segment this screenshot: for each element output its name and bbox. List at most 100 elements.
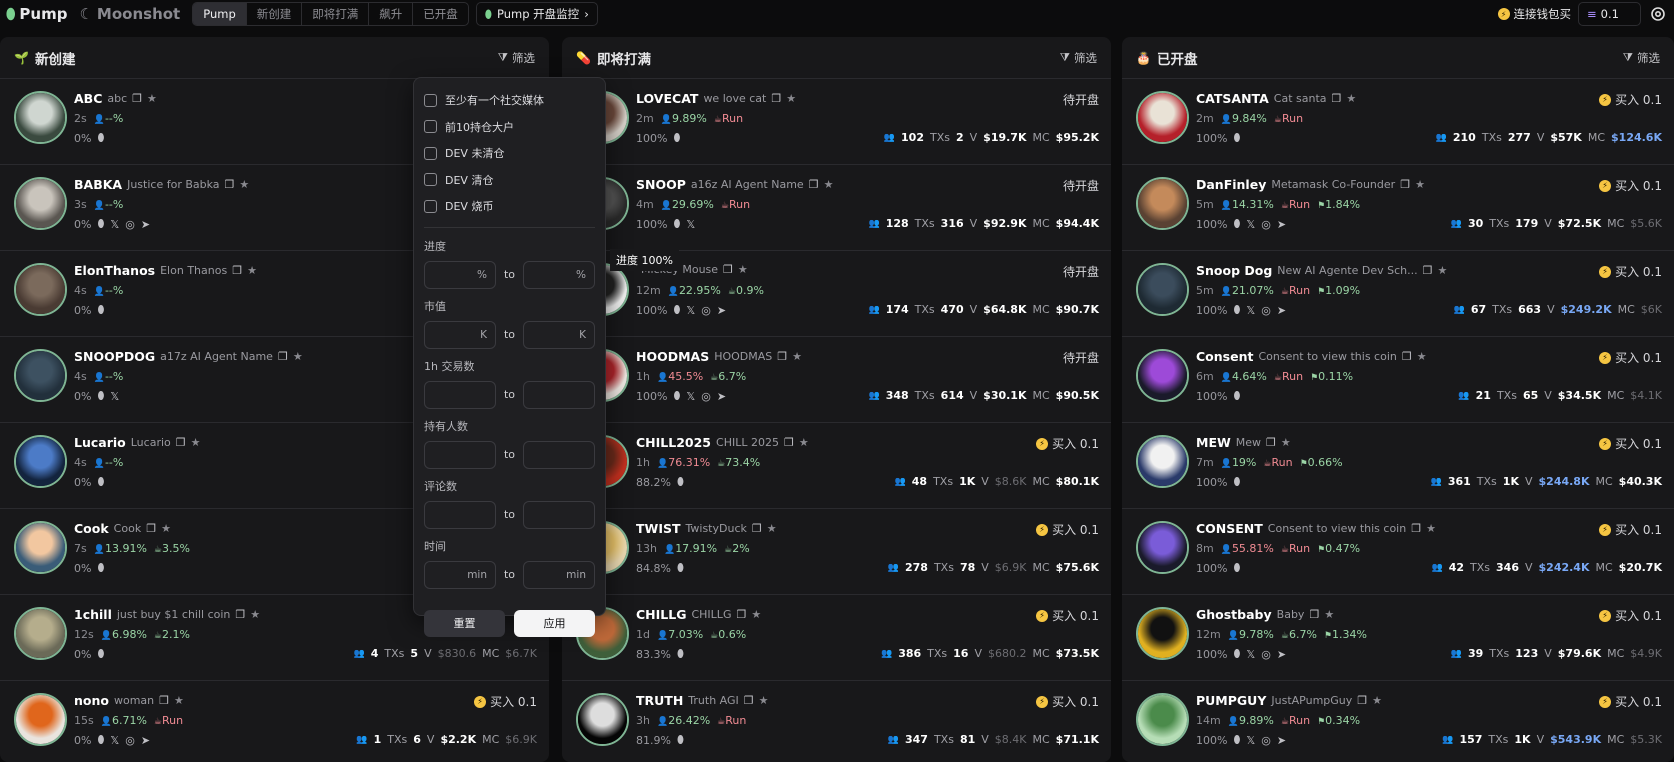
token-row[interactable]: TRUTH Truth AGI ❐ ★ 3h 👤26.42% ☕Run 81.9% ⬮ ⚡ 买入 0… <box>562 681 1111 762</box>
star-icon[interactable]: ★ <box>759 694 769 707</box>
buy-button[interactable]: ⚡ 买入 0.1 <box>1036 435 1099 452</box>
star-icon[interactable]: ★ <box>1324 608 1334 621</box>
star-icon[interactable]: ★ <box>1372 694 1382 707</box>
copy-icon[interactable]: ❐ <box>1411 522 1421 535</box>
tab-rising[interactable]: 飙升 <box>369 3 414 25</box>
x-icon[interactable]: 𝕏 <box>1246 304 1255 317</box>
token-row[interactable]: PUMPGUY JustAPumpGuy ❐ ★ 14m 👤9.89% ☕Run ⚑0.34%… <box>1122 681 1674 762</box>
copy-icon[interactable]: ❐ <box>1357 694 1367 707</box>
copy-icon[interactable]: ❐ <box>146 522 156 535</box>
copy-icon[interactable]: ❐ <box>1332 92 1342 105</box>
star-icon[interactable]: ★ <box>824 178 834 191</box>
star-icon[interactable]: ★ <box>1438 264 1448 277</box>
globe-icon[interactable]: ◎ <box>1261 218 1271 231</box>
copy-icon[interactable]: ❐ <box>132 92 142 105</box>
range-max-input[interactable] <box>522 500 595 529</box>
token-row[interactable]: CHILL2025 CHILL 2025 ❐ ★ 1h 👤76.31% ☕73.4% 88.2… <box>562 423 1111 509</box>
globe-icon[interactable]: ◎ <box>1261 648 1271 661</box>
token-row[interactable]: Snoop Dog New AI Agente Dev Sch... ❐ ★ 5m 👤21… <box>1122 251 1674 337</box>
buy-button[interactable]: ⚡ 买入 0.1 <box>1599 349 1662 366</box>
range-min-input[interactable] <box>424 440 496 469</box>
x-icon[interactable]: 𝕏 <box>1246 734 1255 747</box>
token-row[interactable]: Ghostbaby Baby ❐ ★ 12m 👤9.78% ☕6.7% ⚑1.34% 100% ⬮… <box>1122 595 1674 681</box>
token-row[interactable]: HOODMAS HOODMAS ❐ ★ 1h 👤45.5% ☕6.7% 100% ⬮ 𝕏 ◎ ➤ 待开盘… <box>562 337 1111 423</box>
x-icon[interactable]: 𝕏 <box>1246 218 1255 231</box>
token-row[interactable]: nono woman ❐ ★ 15s 👤6.71% ☕Run 0% ⬮ 𝕏 ◎ ➤ ⚡ 买入 0.1 👥 1 T… <box>0 681 549 762</box>
star-icon[interactable]: ★ <box>161 522 171 535</box>
star-icon[interactable]: ★ <box>147 92 157 105</box>
globe-icon[interactable]: ◎ <box>1261 734 1271 747</box>
filter-checkbox[interactable]: DEV 清仓 <box>424 167 595 194</box>
star-icon[interactable]: ★ <box>786 92 796 105</box>
copy-icon[interactable]: ❐ <box>771 92 781 105</box>
copy-icon[interactable]: ❐ <box>744 694 754 707</box>
range-max-input[interactable]: % <box>522 260 595 289</box>
x-icon[interactable]: 𝕏 <box>110 218 119 231</box>
tab-new[interactable]: 新创建 <box>247 3 303 25</box>
star-icon[interactable]: ★ <box>239 178 249 191</box>
checkbox[interactable] <box>424 146 437 160</box>
copy-icon[interactable]: ❐ <box>235 608 245 621</box>
star-icon[interactable]: ★ <box>1417 350 1427 363</box>
telegram-icon[interactable]: ➤ <box>717 304 726 317</box>
copy-icon[interactable]: ❐ <box>777 350 787 363</box>
star-icon[interactable]: ★ <box>174 694 184 707</box>
copy-icon[interactable]: ❐ <box>736 608 746 621</box>
filter-checkbox[interactable]: 至少有一个社交媒体 <box>424 87 595 114</box>
filter-checkbox[interactable]: 前10持仓大户 <box>424 114 595 141</box>
telegram-icon[interactable]: ➤ <box>1277 218 1286 231</box>
globe-icon[interactable]: ◎ <box>1261 304 1271 317</box>
token-row[interactable]: LOVECAT we love cat ❐ ★ 2m 👤9.89% ☕Run 100% ⬮ 待开盘… <box>562 79 1111 165</box>
buy-button[interactable]: ⚡ 买入 0.1 <box>1036 521 1099 538</box>
tab-pump[interactable]: Pump <box>193 3 247 25</box>
brand-moonshot[interactable]: ☾ Moonshot <box>79 5 180 23</box>
star-icon[interactable]: ★ <box>1415 178 1425 191</box>
buy-button[interactable]: ⚡ 买入 0.1 <box>1599 607 1662 624</box>
star-icon[interactable]: ★ <box>1346 92 1356 105</box>
buy-button[interactable]: ⚡ 买入 0.1 <box>1599 521 1662 538</box>
globe-icon[interactable]: ◎ <box>701 390 711 403</box>
x-icon[interactable]: 𝕏 <box>686 218 695 231</box>
copy-icon[interactable]: ❐ <box>809 178 819 191</box>
telegram-icon[interactable]: ➤ <box>1277 734 1286 747</box>
checkbox[interactable] <box>424 173 437 187</box>
copy-icon[interactable]: ❐ <box>784 436 794 449</box>
token-row[interactable]: TWIST TwistyDuck ❐ ★ 13h 👤17.91% ☕2% 84.8% ⬮ ⚡ 买入 … <box>562 509 1111 595</box>
buy-button[interactable]: ⚡ 买入 0.1 <box>1036 607 1099 624</box>
telegram-icon[interactable]: ➤ <box>141 218 150 231</box>
range-min-input[interactable] <box>424 380 496 409</box>
x-icon[interactable]: 𝕏 <box>686 390 695 403</box>
copy-icon[interactable]: ❐ <box>752 522 762 535</box>
filter-button[interactable]: ⧩ 筛选 <box>1060 50 1097 66</box>
range-min-input[interactable] <box>424 500 496 529</box>
range-max-input[interactable]: min <box>522 560 595 589</box>
telegram-icon[interactable]: ➤ <box>717 390 726 403</box>
copy-icon[interactable]: ❐ <box>159 694 169 707</box>
copy-icon[interactable]: ❐ <box>1402 350 1412 363</box>
tab-near-full[interactable]: 即将打满 <box>302 3 370 25</box>
copy-icon[interactable]: ❐ <box>232 264 242 277</box>
range-max-input[interactable] <box>522 440 595 469</box>
star-icon[interactable]: ★ <box>191 436 201 449</box>
telegram-icon[interactable]: ➤ <box>1277 304 1286 317</box>
token-row[interactable]: DanFinley Metamask Co-Founder ❐ ★ 5m 👤14.31% ☕… <box>1122 165 1674 251</box>
star-icon[interactable]: ★ <box>792 350 802 363</box>
token-row[interactable]: CATSANTA Cat santa ❐ ★ 2m 👤9.84% ☕Run 100% ⬮ ⚡ 买入 … <box>1122 79 1674 165</box>
buy-button[interactable]: ⚡ 买入 0.1 <box>1599 91 1662 108</box>
range-min-input[interactable]: min <box>424 560 496 589</box>
globe-icon[interactable]: ◎ <box>701 304 711 317</box>
buy-button[interactable]: ⚡ 买入 0.1 <box>474 693 537 710</box>
star-icon[interactable]: ★ <box>1426 522 1436 535</box>
star-icon[interactable]: ★ <box>247 264 257 277</box>
wallet-button[interactable]: ⚡ 连接钱包买 <box>1497 6 1571 22</box>
buy-button[interactable]: ⚡ 买入 0.1 <box>1036 693 1099 710</box>
token-row[interactable]: CHILLG CHILLG ❐ ★ 1d 👤7.03% ☕0.6% 83.3% ⬮ ⚡ 买入 0.1… <box>562 595 1111 681</box>
x-icon[interactable]: 𝕏 <box>1246 648 1255 661</box>
token-row[interactable]: CONSENT Consent to view this coin ❐ ★ 8m 👤55.… <box>1122 509 1674 595</box>
filter-button[interactable]: ⧩ 筛选 <box>1623 50 1660 66</box>
token-row[interactable]: SNOOP a16z AI Agent Name ❐ ★ 4m 👤29.69% ☕Run 10… <box>562 165 1111 251</box>
brand-pump[interactable]: ⬮ Pump <box>6 5 67 23</box>
apply-button[interactable]: 应用 <box>514 609 595 637</box>
telegram-icon[interactable]: ➤ <box>1277 648 1286 661</box>
copy-icon[interactable]: ❐ <box>1309 608 1319 621</box>
